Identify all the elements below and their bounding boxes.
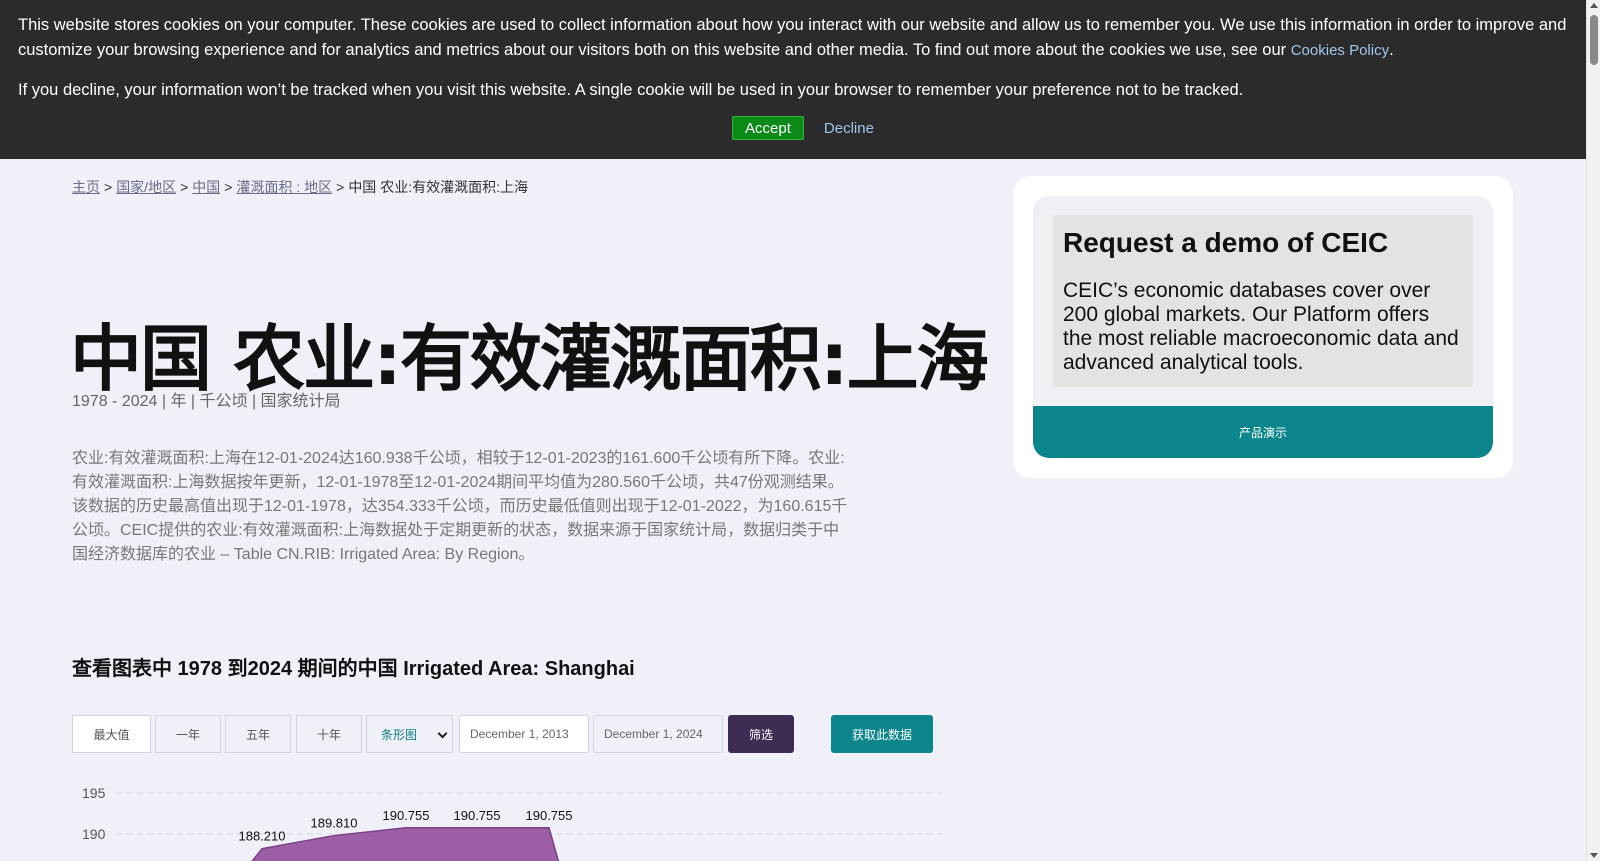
breadcrumb-separator: > [224, 179, 233, 195]
data-label: 190.755 [454, 808, 501, 823]
demo-content: Request a demo of CEIC CEIC’s economic d… [1053, 215, 1473, 387]
range-5y-button[interactable]: 五年 [225, 715, 291, 753]
chevron-down-icon [437, 728, 448, 739]
demo-card: Request a demo of CEIC CEIC’s economic d… [1013, 176, 1513, 478]
scroll-up-arrow-icon[interactable] [1590, 3, 1598, 8]
cookie-banner: This website stores cookies on your comp… [0, 0, 1586, 159]
decline-button[interactable]: Decline [824, 116, 874, 140]
end-date-input[interactable]: December 1, 2024 [593, 715, 723, 753]
scroll-down-arrow-icon[interactable] [1590, 853, 1598, 858]
chart-svg: 195 190 188.210 189.810 190.755 190.755 190.75… [82, 785, 942, 861]
data-label: 189.810 [311, 816, 358, 831]
area-chart: 195 190 188.210 189.810 190.755 190.755 190.75… [72, 784, 942, 861]
y-tick-label: 190 [82, 826, 106, 842]
breadcrumb-separator: > [336, 179, 345, 195]
range-10y-button[interactable]: 十年 [296, 715, 362, 753]
breadcrumb-separator: > [180, 179, 189, 195]
product-demo-button[interactable]: 产品演示 [1033, 406, 1493, 458]
breadcrumb-separator: > [104, 179, 113, 195]
cookie-actions: Accept Decline [0, 116, 1586, 140]
data-label: 190.755 [526, 808, 573, 823]
data-label: 188.210 [239, 829, 286, 844]
cookie-decline-info: If you decline, your information won’t b… [18, 81, 1244, 99]
range-1y-button[interactable]: 一年 [155, 715, 221, 753]
area-series [251, 827, 560, 861]
page-scrollbar[interactable] [1586, 0, 1600, 861]
demo-title: Request a demo of CEIC [1063, 227, 1389, 258]
filter-button[interactable]: 筛选 [728, 715, 794, 753]
demo-text: CEIC’s economic databases cover over 200… [1063, 279, 1459, 374]
y-tick-label: 195 [82, 785, 106, 801]
chart-type-value: 条形图 [381, 727, 418, 742]
demo-card-inner: Request a demo of CEIC CEIC’s economic d… [1033, 196, 1493, 458]
start-date-input[interactable]: December 1, 2013 [459, 715, 589, 753]
accept-button[interactable]: Accept [732, 116, 804, 140]
breadcrumb-countries[interactable]: 国家/地区 [116, 179, 176, 195]
breadcrumb-home[interactable]: 主页 [72, 179, 100, 195]
breadcrumb-china[interactable]: 中国 [192, 179, 220, 195]
series-meta: 1978 - 2024 | 年 | 千公顷 | 国家统计局 [72, 393, 341, 410]
chart-type-select[interactable]: 条形图 [366, 715, 453, 753]
data-label: 190.755 [383, 808, 430, 823]
breadcrumb-irrigated-area[interactable]: 灌溉面积 : 地区 [236, 179, 332, 195]
get-data-button[interactable]: 获取此数据 [831, 715, 933, 753]
scroll-thumb[interactable] [1590, 15, 1598, 65]
cookies-policy-link[interactable]: Cookies Policy [1291, 42, 1389, 59]
breadcrumb-current: 中国 农业:有效灌溉面积:上海 [348, 179, 528, 195]
range-max-button[interactable]: 最大值 [72, 715, 151, 753]
breadcrumb: 主页 > 国家/地区 > 中国 > 灌溉面积 : 地区 > 中国 农业:有效灌溉面积:上海 [72, 177, 528, 197]
chart-heading: 查看图表中 1978 到2024 期间的中国 Irrigated Area: S… [72, 658, 635, 680]
cookie-text: This website stores cookies on your comp… [18, 13, 1568, 63]
series-description: 农业:有效灌溉面积:上海在12-01-2024达160.938千公顷，相较于12… [72, 450, 848, 563]
cookie-text-end: . [1389, 40, 1394, 59]
